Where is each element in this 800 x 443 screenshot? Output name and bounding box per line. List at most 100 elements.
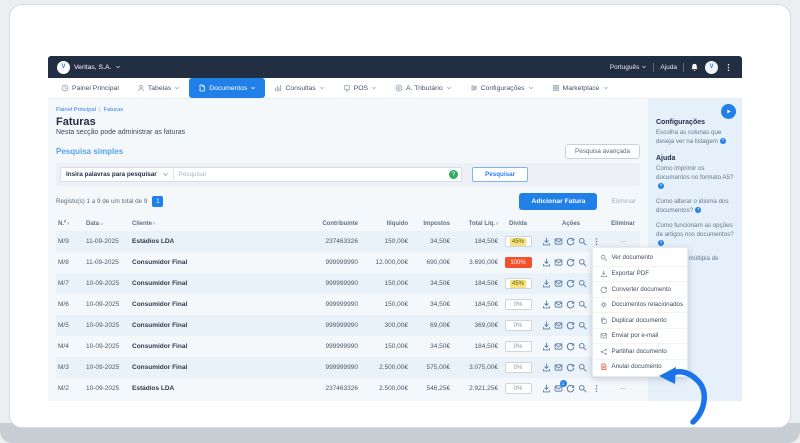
- pagination-page-1[interactable]: 1: [152, 196, 164, 207]
- nav-item-documentos[interactable]: Documentos: [189, 78, 266, 98]
- info-icon[interactable]: ?: [695, 207, 702, 214]
- convert-document-icon[interactable]: [566, 321, 575, 330]
- export-pdf-icon[interactable]: [542, 321, 551, 330]
- main-panel: Painel Principal | Faturas Faturas Nesta…: [48, 99, 648, 401]
- sidebar-help-item-language[interactable]: Como alterar o idioma dos documentos??: [656, 198, 734, 216]
- sidebar-settings-item[interactable]: Escolha as colunas que deseja ver na lis…: [656, 129, 734, 147]
- nav-item-pos[interactable]: POS: [334, 78, 386, 98]
- export-pdf-icon[interactable]: [542, 384, 551, 393]
- cell-vat-number: 999999990: [325, 343, 358, 350]
- view-document-icon[interactable]: [578, 237, 587, 246]
- header-data[interactable]: Data›: [84, 221, 130, 227]
- cell-number: M/7: [58, 280, 69, 287]
- menu-item-enviar-por-email[interactable]: Enviar por e-mail: [593, 327, 687, 344]
- row-kebab-menu-icon[interactable]: [592, 237, 601, 246]
- nav-item-consultas[interactable]: Consultas: [265, 78, 333, 98]
- view-document-icon[interactable]: [578, 384, 587, 393]
- send-email-icon[interactable]: [554, 363, 563, 372]
- invoice-row[interactable]: M/8 11-09-2025 Consumidor Final 99999999…: [56, 252, 640, 273]
- convert-document-icon[interactable]: [566, 342, 575, 351]
- pos-terminal-icon: [343, 84, 351, 92]
- debt-badge: 0%: [504, 383, 532, 394]
- info-icon[interactable]: ?: [719, 138, 726, 145]
- header-total-liq[interactable]: Total Líq.›: [452, 221, 500, 227]
- export-pdf-icon[interactable]: [542, 258, 551, 267]
- bell-icon[interactable]: [690, 63, 699, 72]
- send-email-icon[interactable]: [554, 321, 563, 330]
- breadcrumb-faturas[interactable]: Faturas: [103, 107, 123, 113]
- invoice-row[interactable]: M/5 10-09-2025 Consumidor Final 99999999…: [56, 315, 640, 336]
- row-kebab-menu-icon[interactable]: [592, 384, 601, 393]
- invoice-row[interactable]: M/3 10-09-2025 Consumidor Final 99999999…: [56, 357, 640, 378]
- info-icon[interactable]: ?: [658, 183, 664, 190]
- export-pdf-icon[interactable]: [542, 363, 551, 372]
- advanced-search-button[interactable]: Pesquisa avançada: [565, 144, 640, 159]
- view-document-icon[interactable]: [578, 279, 587, 288]
- breadcrumb-painel-principal[interactable]: Painel Principal: [56, 107, 96, 113]
- send-email-icon[interactable]: [554, 258, 563, 267]
- menu-item-anular-documento[interactable]: Anular documento: [593, 358, 687, 375]
- page-title: Faturas: [56, 116, 96, 128]
- menu-item-partilhar-documento[interactable]: Partilhar documento: [593, 343, 687, 359]
- export-pdf-icon[interactable]: [542, 300, 551, 309]
- sidebar-help-item-print-a5[interactable]: Como imprimir os documentos no formato A…: [656, 165, 734, 192]
- search-input[interactable]: [173, 171, 449, 178]
- sidebar-help-title: Ajuda: [656, 154, 676, 162]
- convert-document-icon[interactable]: [566, 237, 575, 246]
- export-pdf-icon[interactable]: [542, 342, 551, 351]
- convert-document-icon[interactable]: [566, 258, 575, 267]
- invoice-row[interactable]: M/9 11-09-2025 Estádios LDA 237463326 15…: [56, 231, 640, 252]
- invoice-row[interactable]: M/2 10-09-2025 Estádios LDA 237463326 2.…: [56, 378, 640, 399]
- invoice-row[interactable]: M/7 10-09-2025 Consumidor Final 99999999…: [56, 273, 640, 294]
- sidebar-help-item-article-options[interactable]: Como funcionam as opções de artigos nos …: [656, 222, 734, 249]
- info-icon[interactable]: ?: [658, 240, 664, 247]
- language-selector[interactable]: Português: [610, 64, 648, 71]
- search-help-icon[interactable]: ?: [449, 170, 458, 179]
- send-email-icon[interactable]: [554, 300, 563, 309]
- view-document-icon[interactable]: [578, 342, 587, 351]
- header-num[interactable]: N.º›: [56, 221, 84, 227]
- cell-number: M/8: [58, 259, 69, 266]
- add-invoice-button[interactable]: Adicionar Fatura: [519, 193, 598, 210]
- search-button[interactable]: Pesquisar: [472, 167, 529, 182]
- menu-item-converter-documento[interactable]: Converter documento: [593, 281, 687, 297]
- export-pdf-icon[interactable]: [542, 279, 551, 288]
- send-email-icon[interactable]: 1: [554, 380, 567, 393]
- export-pdf-icon[interactable]: [542, 237, 551, 246]
- view-document-icon[interactable]: [578, 300, 587, 309]
- kebab-menu-icon[interactable]: [724, 63, 733, 72]
- header-cliente[interactable]: Cliente›: [130, 221, 296, 227]
- chevron-down-icon: [603, 85, 609, 91]
- send-email-icon[interactable]: [554, 342, 563, 351]
- convert-document-icon[interactable]: [566, 384, 575, 393]
- invoice-row[interactable]: M/6 10-09-2025 Consumidor Final 99999999…: [56, 294, 640, 315]
- send-email-icon[interactable]: [554, 279, 563, 288]
- menu-item-exportar-pdf[interactable]: Exportar PDF: [593, 265, 687, 282]
- view-document-icon[interactable]: [578, 363, 587, 372]
- menu-item-duplicar-documento[interactable]: Duplicar documento: [593, 312, 687, 328]
- cell-net: 150,00€: [384, 280, 409, 287]
- chevron-down-icon[interactable]: [162, 171, 169, 178]
- send-email-icon[interactable]: [554, 237, 563, 246]
- view-document-icon[interactable]: [578, 258, 587, 267]
- menu-item-ver-documento[interactable]: Ver documento: [593, 250, 687, 266]
- nav-label: Configurações: [480, 84, 525, 92]
- view-document-icon[interactable]: [578, 321, 587, 330]
- help-link[interactable]: Ajuda: [660, 64, 677, 71]
- company-switcher[interactable]: V Veritas, S.A.: [57, 60, 121, 74]
- menu-item-documentos-relacionados[interactable]: Documentos relacionados: [593, 296, 687, 313]
- invoice-row[interactable]: M/4 10-09-2025 Consumidor Final 99999999…: [56, 336, 640, 357]
- nav-item-tabelas[interactable]: Tabelas: [128, 78, 189, 98]
- convert-document-icon[interactable]: [566, 279, 575, 288]
- nav-item-a-tributario[interactable]: A. Tributário: [386, 78, 461, 98]
- nav-item-painel-principal[interactable]: Painel Principal: [52, 78, 128, 98]
- convert-document-icon[interactable]: [566, 300, 575, 309]
- user-avatar[interactable]: V: [705, 60, 718, 74]
- convert-document-icon[interactable]: [566, 363, 575, 372]
- nav-item-configuracoes[interactable]: Configurações: [461, 78, 543, 98]
- delete-selected-button[interactable]: Eliminar: [611, 198, 636, 205]
- row-context-menu: Ver documento Exportar PDF Converter doc…: [592, 247, 688, 377]
- play-video-button[interactable]: [721, 104, 736, 119]
- nav-item-marketplace[interactable]: Marketplace: [543, 78, 618, 98]
- cell-total: 184,50€: [474, 301, 499, 308]
